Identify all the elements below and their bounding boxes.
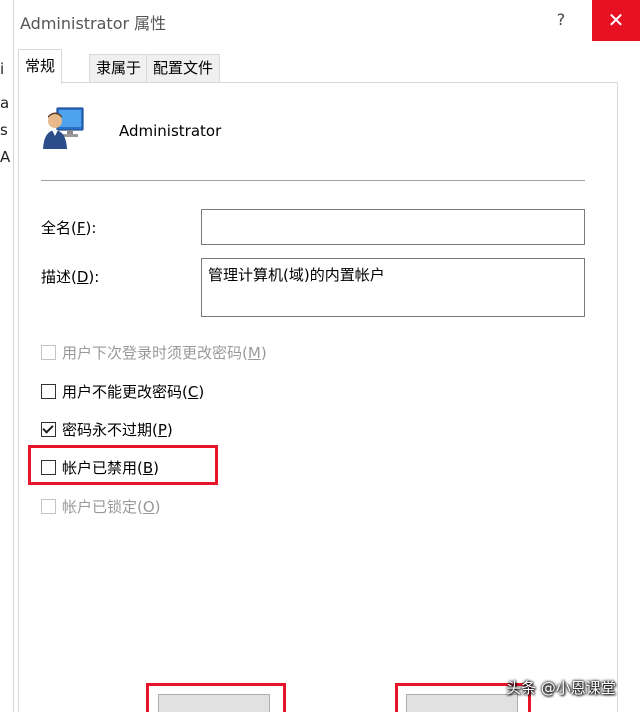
checkmark-icon: [42, 421, 54, 434]
background-text-fragment: A: [0, 148, 11, 166]
must-change-password-checkbox[interactable]: 用户下次登录时须更改密码(M): [41, 341, 267, 363]
checkbox-label: 帐户已锁定(O): [62, 497, 161, 516]
checkbox-box[interactable]: [41, 383, 56, 399]
cannot-change-password-checkbox[interactable]: 用户不能更改密码(C): [41, 380, 204, 402]
header-divider: [41, 180, 585, 181]
background-text-fragment: s: [0, 121, 8, 139]
description-input[interactable]: 管理计算机(域)的内置帐户: [201, 258, 585, 317]
properties-dialog: Administrator 属性 ? ✕ 常规 隶属于 配置文件 Adminis…: [14, 0, 640, 712]
description-label: 描述(D):: [41, 268, 100, 286]
tab-profile[interactable]: 配置文件: [146, 54, 221, 83]
background-text-fragment: a: [0, 94, 10, 112]
tab-general[interactable]: 常规: [18, 49, 63, 84]
checkbox-box[interactable]: [41, 421, 56, 437]
background-text-fragment: i: [0, 60, 5, 78]
annotation-box-account-disabled: [28, 445, 218, 485]
title-bar[interactable]: Administrator 属性 ? ✕: [14, 0, 640, 41]
watermark: 头条 @小恩课堂: [506, 679, 616, 697]
tab-strip: 常规 隶属于 配置文件: [18, 49, 640, 84]
ok-button[interactable]: [158, 694, 270, 712]
full-name-input[interactable]: [201, 209, 585, 245]
close-button[interactable]: ✕: [592, 0, 640, 41]
checkbox-box[interactable]: [41, 344, 56, 360]
tab-member-of[interactable]: 隶属于: [89, 54, 149, 83]
user-icon: [43, 107, 84, 149]
checkbox-label: 用户下次登录时须更改密码(M): [62, 343, 267, 362]
apply-button[interactable]: [406, 694, 518, 712]
checkbox-label: 密码永不过期(P): [62, 420, 173, 439]
background-window: i a s A: [0, 0, 14, 712]
checkbox-label: 用户不能更改密码(C): [62, 382, 205, 401]
general-tab-panel: Administrator 全名(F): 描述(D): 管理计算机(域)的内置帐…: [18, 82, 618, 712]
window-title: Administrator 属性: [20, 14, 167, 33]
user-name: Administrator: [119, 122, 222, 140]
account-locked-checkbox[interactable]: 帐户已锁定(O): [41, 495, 161, 517]
help-button[interactable]: ?: [546, 8, 576, 32]
full-name-label: 全名(F):: [41, 219, 97, 237]
checkbox-box[interactable]: [41, 498, 56, 514]
password-never-expires-checkbox[interactable]: 密码永不过期(P): [41, 418, 173, 440]
